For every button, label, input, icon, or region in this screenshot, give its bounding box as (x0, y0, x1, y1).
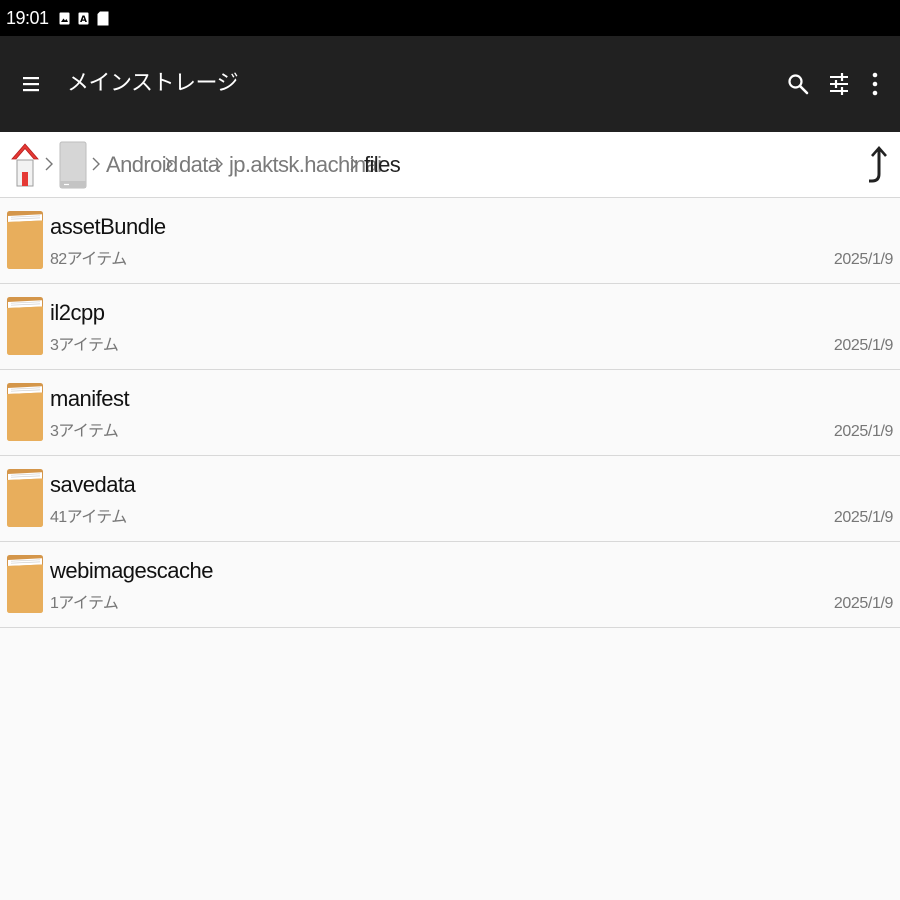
screen: 19:01 A メインストレージ Android data jp.aktsk.h… (0, 0, 900, 900)
file-row-il2cpp[interactable]: il2cpp 3アイテム 2025/1/9 (0, 284, 900, 370)
chevron-right-icon (350, 157, 358, 171)
file-date: 2025/1/9 (833, 251, 893, 268)
file-row-webimagescache[interactable]: webimagescache 1アイテム 2025/1/9 (0, 542, 900, 628)
hamburger-menu-icon[interactable] (16, 69, 46, 99)
file-name: savedata (50, 472, 136, 497)
folder-icon (6, 468, 44, 532)
file-item-count: 82アイテム (50, 251, 127, 268)
folder-icon (6, 382, 44, 446)
app-bar: メインストレージ (0, 36, 900, 132)
filter-sliders-icon[interactable] (824, 69, 854, 99)
file-row-manifest[interactable]: manifest 3アイテム 2025/1/9 (0, 370, 900, 456)
breadcrumb: Android data jp.aktsk.hachinai files (0, 132, 900, 198)
navigate-up-icon[interactable] (866, 146, 888, 188)
status-icons: A (59, 11, 109, 26)
folder-icon (6, 210, 44, 274)
file-name: il2cpp (50, 300, 105, 325)
breadcrumb-item-package[interactable]: jp.aktsk.hachinai (229, 151, 382, 179)
search-icon[interactable] (783, 69, 813, 99)
sd-card-icon (97, 11, 109, 26)
more-vert-icon[interactable] (860, 69, 890, 99)
home-icon[interactable] (10, 142, 40, 192)
chevron-right-icon (92, 157, 100, 171)
file-item-count: 3アイテム (50, 337, 119, 354)
file-row-savedata[interactable]: savedata 41アイテム 2025/1/9 (0, 456, 900, 542)
file-item-count: 1アイテム (50, 595, 119, 612)
image-notification-icon (59, 12, 70, 25)
file-date: 2025/1/9 (833, 423, 893, 440)
app-title: メインストレージ (67, 71, 239, 96)
file-item-count: 41アイテム (50, 509, 127, 526)
file-name: assetBundle (50, 214, 166, 239)
status-bar: 19:01 A (0, 0, 900, 36)
chevron-right-icon (165, 157, 173, 171)
file-name: manifest (50, 386, 130, 411)
file-name: webimagescache (50, 558, 213, 583)
folder-icon (6, 296, 44, 360)
breadcrumb-item-files[interactable]: files (364, 151, 401, 179)
folder-icon (6, 554, 44, 618)
breadcrumb-item-data[interactable]: data (179, 151, 220, 179)
chevron-right-icon (215, 157, 223, 171)
file-row-assetbundle[interactable]: assetBundle 82アイテム 2025/1/9 (0, 198, 900, 284)
file-list: assetBundle 82アイテム 2025/1/9 il2cpp 3アイテム… (0, 198, 900, 628)
storage-drive-icon[interactable] (58, 141, 88, 193)
chevron-right-icon (45, 157, 53, 171)
file-date: 2025/1/9 (833, 595, 893, 612)
file-item-count: 3アイテム (50, 423, 119, 440)
status-time: 19:01 (6, 7, 49, 28)
svg-text:A: A (80, 15, 87, 25)
text-notification-icon: A (78, 12, 89, 25)
file-date: 2025/1/9 (833, 337, 893, 354)
file-date: 2025/1/9 (833, 509, 893, 526)
